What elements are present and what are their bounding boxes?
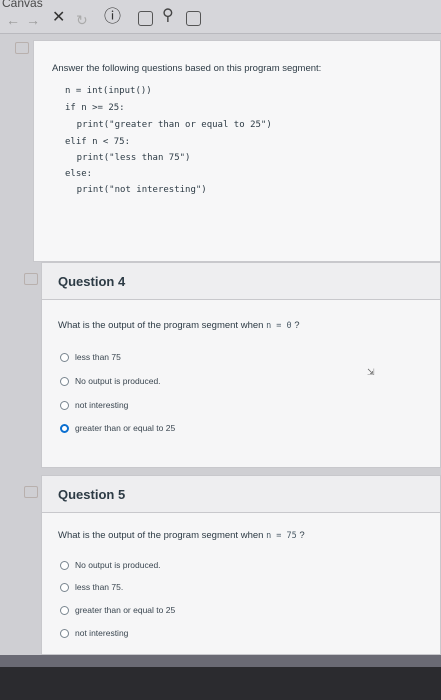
question-text: What is the output of the program segmen… xyxy=(58,530,305,541)
radio-button-selected[interactable] xyxy=(60,423,69,433)
close-icon[interactable]: ✕ xyxy=(52,10,65,26)
code-line: print("greater than or equal to 25") xyxy=(55,120,272,130)
question-body: What is the output of the program segmen… xyxy=(41,513,441,655)
option-label: not interesting xyxy=(75,400,129,410)
question-code: n = 0 xyxy=(266,321,292,331)
app-title: Canvas xyxy=(2,0,43,10)
option-label: No output is produced. xyxy=(75,376,161,386)
answer-option[interactable]: No output is produced. xyxy=(60,374,161,388)
answer-option[interactable]: not interesting xyxy=(60,626,128,640)
question-title: Question 4 xyxy=(58,274,126,289)
radio-button[interactable] xyxy=(60,582,69,592)
bottom-band xyxy=(0,655,441,667)
question-header: Question 4 xyxy=(41,262,441,300)
answer-option[interactable]: less than 75 xyxy=(60,350,121,364)
forward-arrow-icon[interactable]: → xyxy=(26,13,40,27)
option-label: less than 75. xyxy=(75,582,124,592)
code-line: if n >= 25: xyxy=(65,103,125,113)
code-line: n = int(input()) xyxy=(65,86,152,96)
bottom-bar xyxy=(0,655,441,700)
question-code: n = 75 xyxy=(266,531,297,541)
option-label: not interesting xyxy=(75,628,129,638)
code-line: print("less than 75") xyxy=(55,153,191,163)
radio-button[interactable] xyxy=(60,605,69,615)
answer-option[interactable]: greater than or equal to 25 xyxy=(60,603,175,617)
reload-icon[interactable]: ↻ xyxy=(76,13,88,27)
flag-icon[interactable] xyxy=(15,42,29,54)
answer-option[interactable]: not interesting xyxy=(60,398,128,412)
question-text: What is the output of the program segmen… xyxy=(58,320,300,331)
calendar-icon[interactable] xyxy=(186,11,201,26)
code-line: elif n < 75: xyxy=(65,137,131,147)
info-icon[interactable]: ⓘ xyxy=(104,8,121,25)
option-label: No output is produced. xyxy=(75,560,161,570)
question-body: What is the output of the program segmen… xyxy=(41,300,441,468)
answer-option[interactable]: less than 75. xyxy=(60,580,123,594)
code-line: print("not interesting") xyxy=(55,185,207,195)
flag-icon[interactable] xyxy=(24,486,38,498)
answer-option[interactable]: greater than or equal to 25 xyxy=(60,421,175,435)
radio-button[interactable] xyxy=(60,376,69,386)
search-icon[interactable]: ⚲ xyxy=(162,8,174,24)
bookmark-icon[interactable] xyxy=(138,11,153,26)
radio-button[interactable] xyxy=(60,560,69,570)
mouse-cursor-icon: ⇲ xyxy=(367,367,375,377)
question-prompt: Answer the following questions based on … xyxy=(52,63,322,74)
flag-icon[interactable] xyxy=(24,273,38,285)
radio-button[interactable] xyxy=(60,352,69,362)
back-arrow-icon[interactable]: ← xyxy=(6,13,20,27)
code-line: else: xyxy=(65,169,93,179)
answer-option[interactable]: No output is produced. xyxy=(60,558,161,572)
radio-button[interactable] xyxy=(60,628,69,638)
radio-button[interactable] xyxy=(60,400,69,410)
question-header: Question 5 xyxy=(41,475,441,513)
browser-toolbar: Canvas ← → ✕ ↻ ⓘ ⚲ xyxy=(0,0,441,34)
option-label: less than 75 xyxy=(75,352,121,362)
option-label: greater than or equal to 25 xyxy=(75,423,176,433)
option-label: greater than or equal to 25 xyxy=(75,605,176,615)
question-title: Question 5 xyxy=(58,487,126,502)
